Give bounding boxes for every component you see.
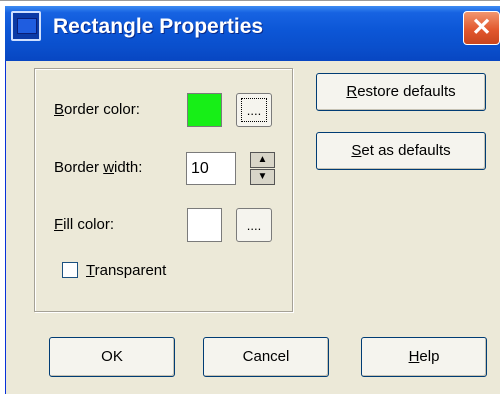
fill-color-label: Fill color:: [54, 216, 115, 233]
transparent-checkbox[interactable]: [62, 262, 78, 278]
close-button[interactable]: ✕: [463, 11, 500, 45]
screen-top-edge: [0, 0, 500, 1]
triangle-down-icon: ▼: [257, 171, 268, 182]
window-title: Rectangle Properties: [53, 15, 264, 38]
border-width-label: Border width:: [54, 159, 143, 176]
fill-color-swatch: [187, 208, 222, 242]
border-color-label: Border color:: [54, 101, 140, 118]
border-color-picker-label: ....: [241, 98, 267, 122]
close-icon: ✕: [471, 14, 492, 41]
border-color-swatch: [187, 93, 222, 127]
ok-button[interactable]: OK: [49, 337, 175, 377]
cancel-button[interactable]: Cancel: [203, 337, 329, 377]
triangle-up-icon: ▲: [257, 154, 268, 165]
fill-color-picker-button[interactable]: ....: [236, 208, 272, 242]
spin-down-button[interactable]: ▼: [250, 169, 275, 185]
window-app-icon[interactable]: [11, 11, 41, 41]
transparent-label[interactable]: Transparent: [86, 262, 166, 279]
border-width-input[interactable]: 10: [186, 152, 236, 185]
help-button[interactable]: Help: [361, 337, 487, 377]
restore-defaults-button[interactable]: Restore defaults: [316, 73, 486, 111]
spin-up-button[interactable]: ▲: [250, 152, 275, 168]
set-as-defaults-button[interactable]: Set as defaults: [316, 132, 486, 170]
border-color-picker-button[interactable]: ....: [236, 93, 272, 127]
